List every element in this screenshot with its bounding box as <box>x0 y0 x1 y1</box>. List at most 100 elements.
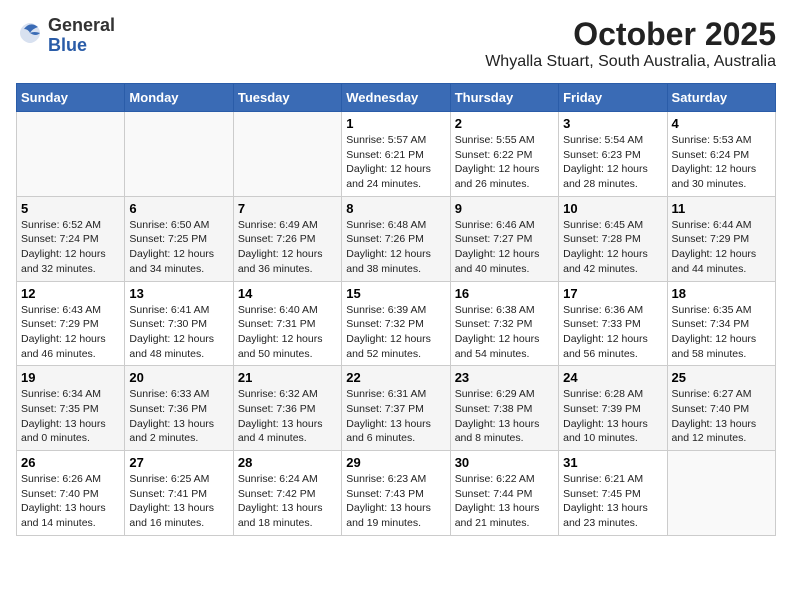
day-info: Sunrise: 5:55 AMSunset: 6:22 PMDaylight:… <box>455 133 554 192</box>
day-info: Sunrise: 5:57 AMSunset: 6:21 PMDaylight:… <box>346 133 445 192</box>
calendar-cell: 23Sunrise: 6:29 AMSunset: 7:38 PMDayligh… <box>450 366 558 451</box>
day-number: 3 <box>563 116 662 131</box>
calendar-cell: 19 Sunrise: 6:34 AMSunset: 7:35 PMDayligh… <box>17 366 125 451</box>
calendar-cell: 22 Sunrise: 6:31 AMSunset: 7:37 PMDayligh… <box>342 366 450 451</box>
day-info: Sunrise: 6:52 AMSunset: 7:24 PMDaylight:… <box>21 218 120 277</box>
logo-general: General <box>48 15 115 35</box>
location-title: Whyalla Stuart, South Australia, Austral… <box>485 53 776 71</box>
calendar-week-row: 1 Sunrise: 5:57 AMSunset: 6:21 PMDaylight… <box>17 112 776 197</box>
day-header-tuesday: Tuesday <box>233 84 341 112</box>
calendar-cell: 9Sunrise: 6:46 AMSunset: 7:27 PMDaylight… <box>450 196 558 281</box>
day-number: 4 <box>672 116 771 131</box>
day-info: Sunrise: 6:27 AMSunset: 7:40 PMDaylight:… <box>672 387 771 446</box>
calendar-cell: 12 Sunrise: 6:43 AMSunset: 7:29 PMDayligh… <box>17 281 125 366</box>
day-number: 12 <box>21 286 120 301</box>
calendar-cell <box>667 451 775 536</box>
day-header-monday: Monday <box>125 84 233 112</box>
day-info: Sunrise: 5:54 AMSunset: 6:23 PMDaylight:… <box>563 133 662 192</box>
logo-blue: Blue <box>48 35 87 55</box>
day-info: Sunrise: 6:21 AMSunset: 7:45 PMDaylight:… <box>563 472 662 531</box>
calendar-cell: 21 Sunrise: 6:32 AMSunset: 7:36 PMDayligh… <box>233 366 341 451</box>
day-number: 30 <box>455 455 554 470</box>
day-info: Sunrise: 6:50 AMSunset: 7:25 PMDaylight:… <box>129 218 228 277</box>
page-header: General Blue October 2025 Whyalla Stuart… <box>16 16 776 71</box>
day-number: 25 <box>672 370 771 385</box>
day-info: Sunrise: 6:45 AMSunset: 7:28 PMDaylight:… <box>563 218 662 277</box>
calendar-cell: 11 Sunrise: 6:44 AMSunset: 7:29 PMDayligh… <box>667 196 775 281</box>
calendar-cell: 24Sunrise: 6:28 AMSunset: 7:39 PMDayligh… <box>559 366 667 451</box>
calendar-cell: 7 Sunrise: 6:49 AMSunset: 7:26 PMDaylight… <box>233 196 341 281</box>
calendar-cell: 8 Sunrise: 6:48 AMSunset: 7:26 PMDaylight… <box>342 196 450 281</box>
calendar-cell: 30 Sunrise: 6:22 AMSunset: 7:44 PMDayligh… <box>450 451 558 536</box>
day-header-friday: Friday <box>559 84 667 112</box>
day-header-wednesday: Wednesday <box>342 84 450 112</box>
day-info: Sunrise: 6:33 AMSunset: 7:36 PMDaylight:… <box>129 387 228 446</box>
day-info: Sunrise: 6:31 AMSunset: 7:37 PMDaylight:… <box>346 387 445 446</box>
day-info: Sunrise: 6:35 AMSunset: 7:34 PMDaylight:… <box>672 303 771 362</box>
calendar-cell: 18Sunrise: 6:35 AMSunset: 7:34 PMDayligh… <box>667 281 775 366</box>
day-number: 26 <box>21 455 120 470</box>
calendar-header-row: SundayMondayTuesdayWednesdayThursdayFrid… <box>17 84 776 112</box>
day-info: Sunrise: 6:25 AMSunset: 7:41 PMDaylight:… <box>129 472 228 531</box>
day-info: Sunrise: 6:44 AMSunset: 7:29 PMDaylight:… <box>672 218 771 277</box>
day-number: 24 <box>563 370 662 385</box>
day-info: Sunrise: 6:48 AMSunset: 7:26 PMDaylight:… <box>346 218 445 277</box>
day-number: 21 <box>238 370 337 385</box>
day-info: Sunrise: 6:32 AMSunset: 7:36 PMDaylight:… <box>238 387 337 446</box>
day-number: 22 <box>346 370 445 385</box>
day-info: Sunrise: 6:40 AMSunset: 7:31 PMDaylight:… <box>238 303 337 362</box>
calendar-cell: 1 Sunrise: 5:57 AMSunset: 6:21 PMDaylight… <box>342 112 450 197</box>
calendar-cell: 27 Sunrise: 6:25 AMSunset: 7:41 PMDayligh… <box>125 451 233 536</box>
day-info: Sunrise: 6:23 AMSunset: 7:43 PMDaylight:… <box>346 472 445 531</box>
day-info: Sunrise: 6:46 AMSunset: 7:27 PMDaylight:… <box>455 218 554 277</box>
calendar-cell: 10 Sunrise: 6:45 AMSunset: 7:28 PMDayligh… <box>559 196 667 281</box>
calendar-cell: 13 Sunrise: 6:41 AMSunset: 7:30 PMDayligh… <box>125 281 233 366</box>
calendar-cell: 4 Sunrise: 5:53 AMSunset: 6:24 PMDaylight… <box>667 112 775 197</box>
day-number: 8 <box>346 201 445 216</box>
calendar-week-row: 19 Sunrise: 6:34 AMSunset: 7:35 PMDayligh… <box>17 366 776 451</box>
day-info: Sunrise: 6:34 AMSunset: 7:35 PMDaylight:… <box>21 387 120 446</box>
day-number: 31 <box>563 455 662 470</box>
day-number: 27 <box>129 455 228 470</box>
calendar-cell: 25 Sunrise: 6:27 AMSunset: 7:40 PMDayligh… <box>667 366 775 451</box>
day-number: 19 <box>21 370 120 385</box>
calendar-cell: 26Sunrise: 6:26 AMSunset: 7:40 PMDayligh… <box>17 451 125 536</box>
day-number: 1 <box>346 116 445 131</box>
month-title: October 2025 <box>485 16 776 53</box>
day-number: 16 <box>455 286 554 301</box>
day-number: 20 <box>129 370 228 385</box>
calendar-cell: 15Sunrise: 6:39 AMSunset: 7:32 PMDayligh… <box>342 281 450 366</box>
calendar-week-row: 5 Sunrise: 6:52 AMSunset: 7:24 PMDaylight… <box>17 196 776 281</box>
day-info: Sunrise: 6:49 AMSunset: 7:26 PMDaylight:… <box>238 218 337 277</box>
day-number: 14 <box>238 286 337 301</box>
calendar-cell: 5 Sunrise: 6:52 AMSunset: 7:24 PMDaylight… <box>17 196 125 281</box>
day-number: 10 <box>563 201 662 216</box>
calendar-cell: 20 Sunrise: 6:33 AMSunset: 7:36 PMDayligh… <box>125 366 233 451</box>
day-info: Sunrise: 6:41 AMSunset: 7:30 PMDaylight:… <box>129 303 228 362</box>
day-info: Sunrise: 5:53 AMSunset: 6:24 PMDaylight:… <box>672 133 771 192</box>
day-number: 11 <box>672 201 771 216</box>
day-number: 2 <box>455 116 554 131</box>
day-number: 15 <box>346 286 445 301</box>
calendar-week-row: 12 Sunrise: 6:43 AMSunset: 7:29 PMDayligh… <box>17 281 776 366</box>
day-number: 6 <box>129 201 228 216</box>
calendar-cell <box>233 112 341 197</box>
calendar-cell: 3 Sunrise: 5:54 AMSunset: 6:23 PMDaylight… <box>559 112 667 197</box>
day-number: 28 <box>238 455 337 470</box>
day-info: Sunrise: 6:43 AMSunset: 7:29 PMDaylight:… <box>21 303 120 362</box>
calendar-cell: 17Sunrise: 6:36 AMSunset: 7:33 PMDayligh… <box>559 281 667 366</box>
day-header-thursday: Thursday <box>450 84 558 112</box>
day-info: Sunrise: 6:38 AMSunset: 7:32 PMDaylight:… <box>455 303 554 362</box>
calendar-cell: 14 Sunrise: 6:40 AMSunset: 7:31 PMDayligh… <box>233 281 341 366</box>
logo-icon <box>16 19 44 52</box>
day-header-saturday: Saturday <box>667 84 775 112</box>
title-block: October 2025 Whyalla Stuart, South Austr… <box>485 16 776 71</box>
day-number: 13 <box>129 286 228 301</box>
day-number: 5 <box>21 201 120 216</box>
calendar-week-row: 26Sunrise: 6:26 AMSunset: 7:40 PMDayligh… <box>17 451 776 536</box>
day-number: 17 <box>563 286 662 301</box>
day-info: Sunrise: 6:22 AMSunset: 7:44 PMDaylight:… <box>455 472 554 531</box>
day-number: 7 <box>238 201 337 216</box>
day-number: 29 <box>346 455 445 470</box>
calendar-cell: 28Sunrise: 6:24 AMSunset: 7:42 PMDayligh… <box>233 451 341 536</box>
